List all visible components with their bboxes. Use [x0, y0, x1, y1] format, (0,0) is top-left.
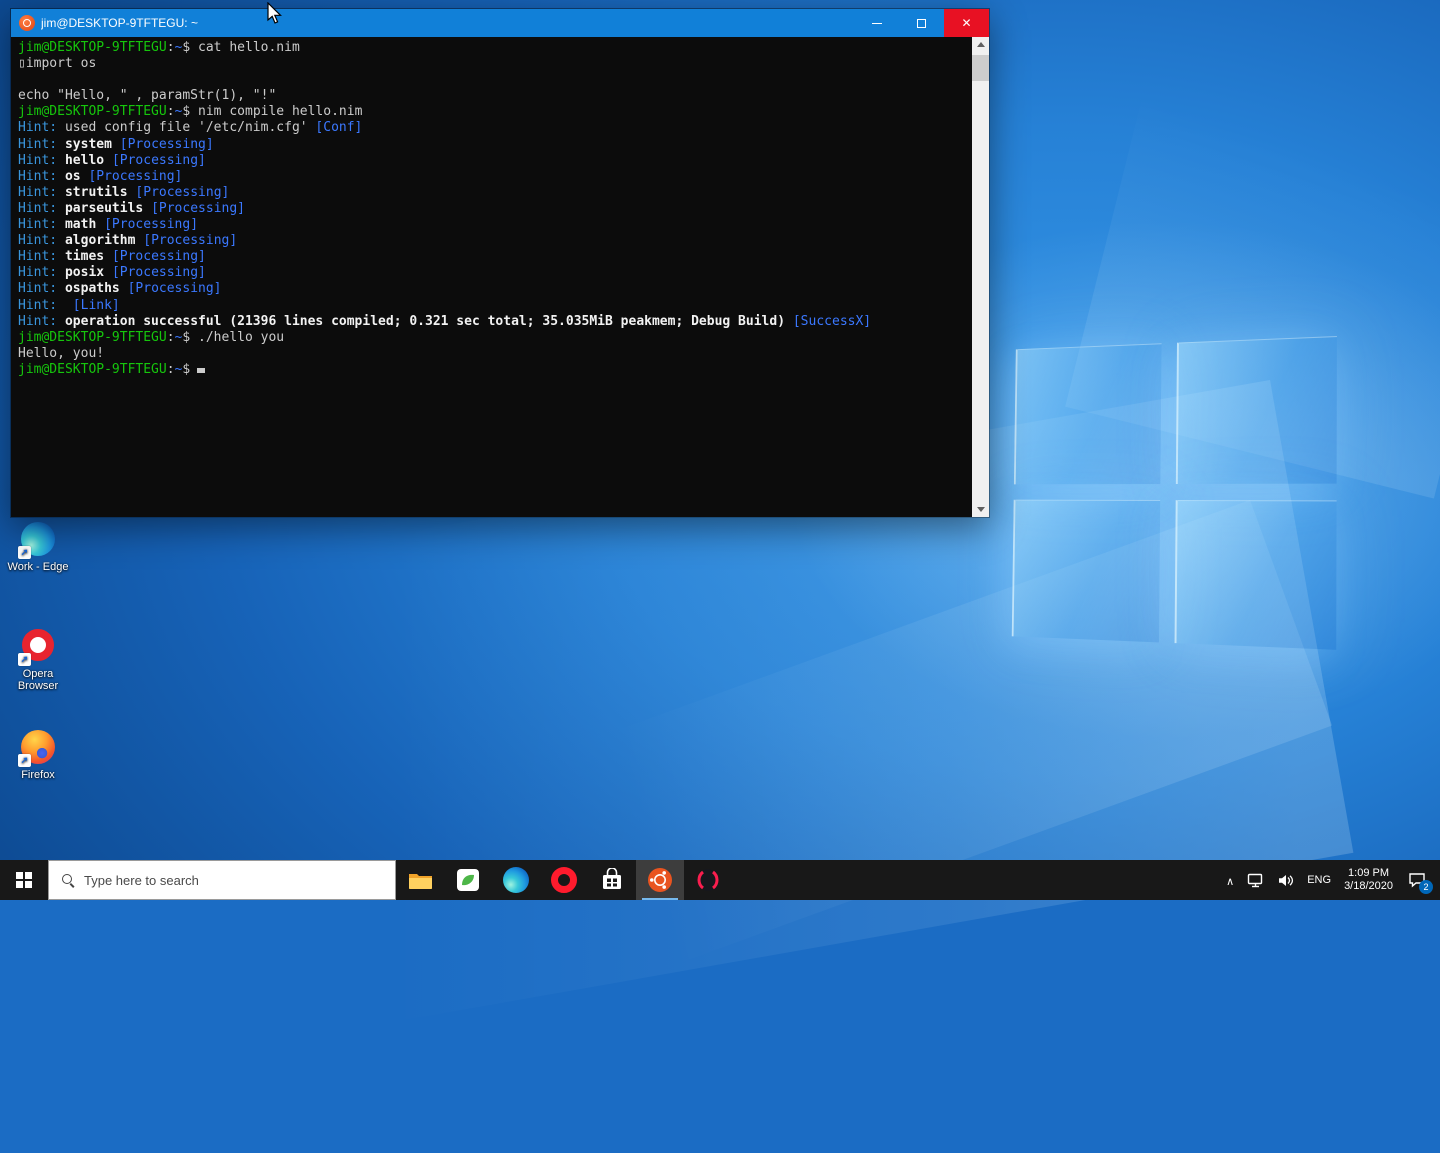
scrollbar-track[interactable] [972, 52, 989, 502]
terminal-line: Hint: hello [Processing] [18, 152, 206, 168]
opera-icon [551, 867, 577, 893]
desktop-icon-firefox[interactable]: ➚ Firefox [0, 730, 76, 781]
close-button[interactable]: ✕ [944, 9, 989, 37]
terminal-line: Hint: parseutils [Processing] [18, 200, 245, 216]
taskbar: Type here to search ∧ ENG 1:09 PM 3/18/2… [0, 860, 1440, 900]
scroll-down-arrow-icon[interactable] [972, 502, 989, 517]
desktop-icon-label: Firefox [21, 769, 55, 781]
taskbar-app-store[interactable] [588, 860, 636, 900]
system-tray: ∧ ENG 1:09 PM 3/18/2020 2 [1226, 860, 1440, 900]
desktop-icon-label: Opera Browser [17, 668, 59, 692]
search-icon [61, 873, 75, 887]
start-button[interactable] [0, 860, 48, 900]
green-app-icon [457, 869, 479, 891]
show-hidden-icons-chevron[interactable]: ∧ [1226, 875, 1234, 888]
taskbar-app-ubuntu-terminal[interactable] [636, 860, 684, 900]
terminal-line: Hint: operation successful (21396 lines … [18, 313, 872, 329]
terminal-output[interactable]: jim@DESKTOP-9TFTEGU:~$ cat hello.nim ▯imp… [11, 37, 972, 517]
shortcut-arrow-icon: ➚ [18, 653, 31, 666]
opera-gx-icon [697, 869, 719, 891]
terminal-line: Hint: algorithm [Processing] [18, 233, 238, 249]
desktop-icon-label: Work - Edge [7, 561, 69, 573]
terminal-scrollbar[interactable] [972, 37, 989, 517]
terminal-line: Hint: used config file '/etc/nim.cfg' [C… [18, 120, 363, 136]
taskbar-app-opera-gx[interactable] [684, 860, 732, 900]
taskbar-app-file-explorer[interactable] [396, 860, 444, 900]
windows-logo-pane [1174, 500, 1337, 650]
ubuntu-icon [648, 868, 672, 892]
scrollbar-thumb[interactable] [972, 55, 989, 81]
windows-start-icon [16, 872, 32, 888]
shortcut-arrow-icon: ➚ [18, 754, 31, 767]
action-center-button[interactable]: 2 [1406, 869, 1433, 894]
taskbar-app-edge[interactable] [492, 860, 540, 900]
terminal-line: jim@DESKTOP-9TFTEGU:~$ [18, 362, 972, 378]
search-input[interactable]: Type here to search [48, 860, 396, 900]
clock-date: 3/18/2020 [1344, 880, 1393, 892]
terminal-cursor [197, 367, 206, 373]
minimize-button[interactable] [854, 9, 899, 37]
edge-icon [503, 867, 529, 893]
terminal-line: jim@DESKTOP-9TFTEGU:~$ cat hello.nim [18, 40, 300, 55]
taskbar-clock[interactable]: 1:09 PM 3/18/2020 [1344, 867, 1393, 893]
terminal-line: Hint: system [Processing] [18, 136, 214, 152]
terminal-line: Hello, you! [18, 345, 105, 361]
notification-badge: 2 [1419, 880, 1433, 894]
file-explorer-icon [408, 873, 432, 889]
volume-icon[interactable] [1277, 873, 1294, 888]
terminal-line: ▯import os [18, 56, 97, 72]
desktop-icon-edge[interactable]: ➚ Work - Edge [0, 522, 76, 573]
terminal-window[interactable]: jim@DESKTOP-9TFTEGU: ~ ✕ jim@DESKTOP-9TF… [10, 8, 990, 518]
terminal-line: Hint: times [Processing] [18, 249, 206, 265]
terminal-line: Hint: [Link] [18, 297, 120, 313]
windows-logo-wallpaper [1011, 336, 1337, 650]
terminal-line: jim@DESKTOP-9TFTEGU:~$ nim compile hello… [18, 104, 363, 120]
shortcut-arrow-icon: ➚ [18, 546, 31, 559]
window-title: jim@DESKTOP-9TFTEGU: ~ [41, 16, 198, 30]
clock-time: 1:09 PM [1348, 867, 1390, 879]
terminal-line: echo "Hello, " , paramStr(1), "!" [18, 88, 277, 104]
terminal-body[interactable]: jim@DESKTOP-9TFTEGU:~$ cat hello.nim ▯imp… [11, 37, 989, 517]
windows-logo-pane [1175, 336, 1337, 484]
windows-logo-pane [1011, 499, 1161, 643]
taskbar-app-opera[interactable] [540, 860, 588, 900]
terminal-line: Hint: ospaths [Processing] [18, 281, 222, 297]
ubuntu-app-icon [19, 15, 35, 31]
scroll-up-arrow-icon[interactable] [972, 37, 989, 52]
terminal-line: Hint: math [Processing] [18, 217, 199, 233]
search-placeholder: Type here to search [84, 872, 199, 888]
terminal-line: Hint: os [Processing] [18, 168, 183, 184]
terminal-line: jim@DESKTOP-9TFTEGU:~$ ./hello you [18, 329, 285, 345]
windows-logo-pane [1013, 343, 1162, 485]
maximize-button[interactable] [899, 9, 944, 37]
microsoft-store-icon [603, 868, 621, 889]
taskbar-app-green[interactable] [444, 860, 492, 900]
language-indicator[interactable]: ENG [1307, 874, 1331, 886]
terminal-titlebar[interactable]: jim@DESKTOP-9TFTEGU: ~ ✕ [11, 9, 989, 37]
desktop-icon-opera[interactable]: ➚ Opera Browser [0, 628, 76, 692]
terminal-line: Hint: strutils [Processing] [18, 184, 230, 200]
terminal-line: Hint: posix [Processing] [18, 265, 206, 281]
network-icon[interactable] [1247, 873, 1264, 888]
